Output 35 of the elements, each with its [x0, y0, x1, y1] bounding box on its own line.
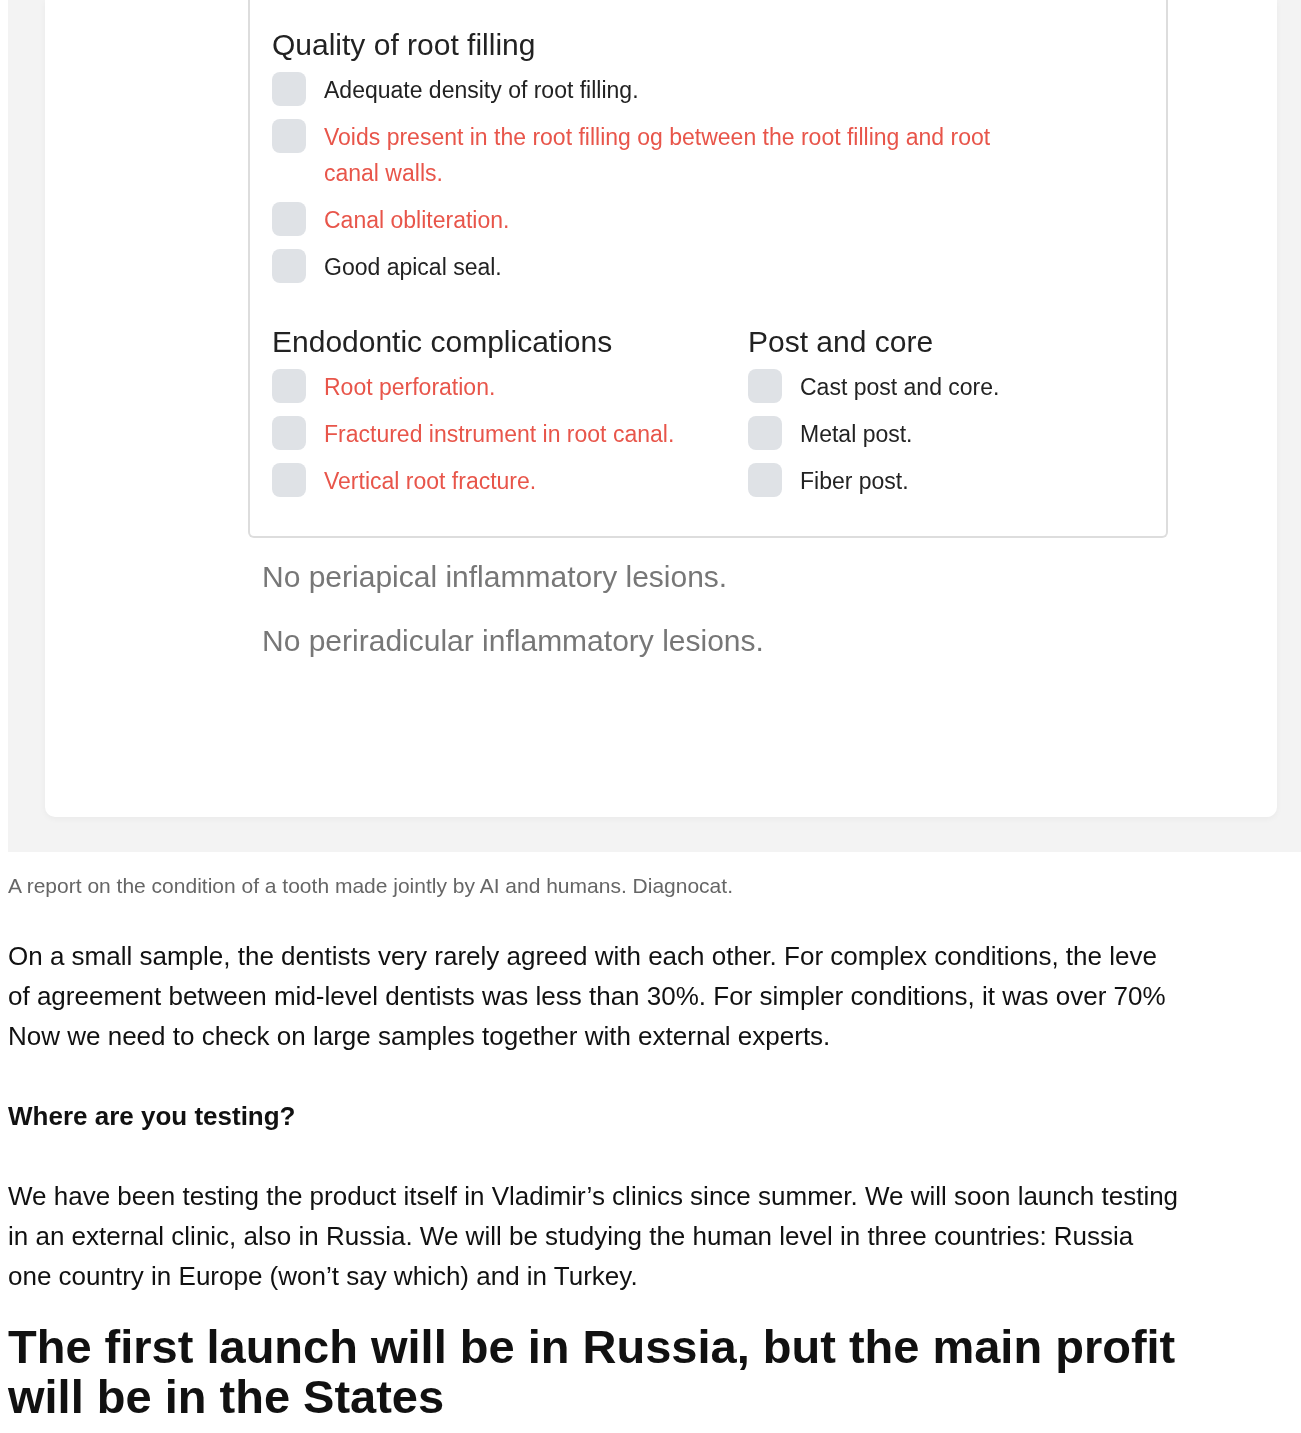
- checkbox[interactable]: [748, 369, 782, 403]
- section-title: The first launch will be in Russia, but the main profit: [8, 1322, 1177, 1372]
- checkbox[interactable]: [272, 119, 306, 153]
- checkbox-label: Cast post and core.: [800, 373, 1000, 402]
- checkbox-label: Root perforation.: [324, 373, 496, 402]
- checkbox[interactable]: [272, 249, 306, 283]
- section-heading: Endodontic complications: [272, 325, 614, 359]
- checkbox[interactable]: [272, 369, 306, 403]
- checkbox-label: Vertical root fracture.: [324, 467, 537, 496]
- checkbox-label: Good apical seal.: [324, 253, 502, 282]
- paragraph-line: one country in Europe (won’t say which) and in Turkey.: [8, 1260, 639, 1293]
- checkbox-label: Adequate density of root filling.: [324, 76, 639, 105]
- paragraph-line: On a small sample, the dentists very rarely agreed with each other. For complex conditions, the leve: [8, 940, 1158, 973]
- checkbox[interactable]: [272, 416, 306, 450]
- checkbox-label: Metal post.: [800, 420, 913, 449]
- checkbox[interactable]: [748, 416, 782, 450]
- figure-caption: A report on the condition of a tooth made jointly by AI and humans. Diagnocat.: [8, 874, 734, 898]
- checkbox-label: Voids present in the root filling og between the root filling and root canal walls.: [324, 123, 992, 188]
- subheading: Where are you testing?: [8, 1100, 297, 1133]
- section-heading: Post and core: [748, 325, 935, 359]
- checkbox-label: Fiber post.: [800, 467, 909, 496]
- checkbox[interactable]: [272, 72, 306, 106]
- conclusion-text: No periradicular inflammatory lesions.: [262, 623, 765, 659]
- checkbox-label: Fractured instrument in root canal.: [324, 420, 675, 449]
- checkbox[interactable]: [272, 463, 306, 497]
- checkbox-label: Canal obliteration.: [324, 206, 510, 235]
- section-heading: Quality of root filling: [272, 28, 537, 62]
- checkbox[interactable]: [748, 463, 782, 497]
- section-title: will be in the States: [8, 1372, 446, 1422]
- paragraph-line: in an external clinic, also in Russia. We will be studying the human level in three countries: Russia: [8, 1220, 1135, 1253]
- conclusion-text: No periapical inflammatory lesions.: [262, 559, 729, 595]
- paragraph-line: Now we need to check on large samples together with external experts.: [8, 1020, 832, 1053]
- checkbox[interactable]: [272, 202, 306, 236]
- paragraph-line: of agreement between mid-level dentists was less than 30%. For simpler conditions, it was over 70%: [8, 980, 1167, 1013]
- paragraph-line: We have been testing the product itself in Vladimir’s clinics since summer. We will soon launch testing: [8, 1180, 1180, 1213]
